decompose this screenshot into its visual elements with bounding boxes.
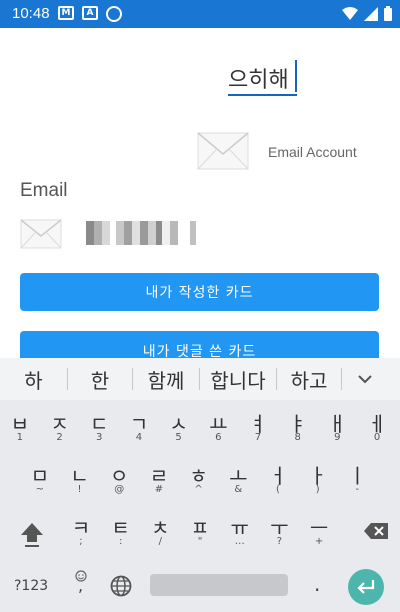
email-account-label: Email Account	[268, 144, 357, 160]
key-ㅋ[interactable]: ㅋ;	[61, 508, 101, 554]
key-ㅓ[interactable]: ㅓ(	[258, 456, 298, 502]
key-sub-label: :	[118, 536, 123, 547]
my-cards-button[interactable]: 내가 작성한 카드	[20, 273, 379, 311]
key-ㅍ[interactable]: ㅍ "	[180, 508, 220, 554]
key-sub-label: ?	[276, 536, 283, 547]
shift-key[interactable]	[0, 508, 61, 554]
app-content: 으히해 Email Account Email 내가 작성한 카드 내가 댓글 …	[0, 28, 400, 360]
key-ㅅ[interactable]: ㅅ5	[159, 404, 199, 450]
key-ㄷ[interactable]: ㄷ3	[79, 404, 119, 450]
key-ㅕ[interactable]: ㅕ7	[238, 404, 278, 450]
key-ㅛ[interactable]: ㅛ6	[198, 404, 238, 450]
key-ㅐ[interactable]: ㅐ9	[318, 404, 358, 450]
key-sub-label: &	[234, 484, 243, 495]
key-ㅑ[interactable]: ㅑ8	[278, 404, 318, 450]
keyboard-row-3: ㅋ; ㅌ: ㅊ / ㅍ " ㅠ… ㅜ? ㅡ +	[0, 508, 400, 554]
suggestion-item[interactable]: 합니다	[200, 365, 276, 394]
key-ㅗ[interactable]: ㅗ &	[218, 456, 258, 502]
key-sub-label: 7	[254, 432, 262, 443]
shift-icon	[21, 523, 43, 547]
key-ㄱ[interactable]: ㄱ4	[119, 404, 159, 450]
key-sub-label: ^	[194, 484, 203, 495]
key-sub-label: ~	[35, 484, 45, 495]
key-sub-label: 1	[16, 432, 24, 443]
key-sub-label: /	[158, 536, 162, 547]
key-sub-label: ;	[79, 536, 83, 547]
key-sub-label: 9	[334, 432, 341, 443]
key-sub-label: +	[314, 536, 324, 547]
key-ㅁ[interactable]: ㅁ ~	[20, 456, 60, 502]
key-sub-label: 4	[135, 432, 143, 443]
suggestion-item[interactable]: 한	[68, 365, 132, 394]
key-sub-label: #	[154, 484, 164, 495]
nickname-input[interactable]: 으히해	[228, 62, 289, 94]
key-ㅜ[interactable]: ㅜ?	[260, 508, 300, 554]
key-ㄴ[interactable]: ㄴ!	[60, 456, 100, 502]
backspace-key[interactable]	[339, 508, 400, 554]
status-time: 10:48	[12, 5, 50, 22]
backspace-icon	[363, 523, 388, 539]
enter-icon	[357, 580, 375, 594]
key-ㅡ[interactable]: ㅡ +	[299, 508, 339, 554]
suggestion-item[interactable]: 함께	[133, 365, 199, 394]
key-ㅂ[interactable]: ㅂ1	[0, 404, 40, 450]
keyboard-row-2: ㅁ ~ ㄴ! ㅇ @ ㄹ # ㅎ ^ ㅗ & ㅓ(ㅏ) ㅣ -	[0, 456, 400, 502]
my-commented-cards-button[interactable]: 내가 댓글 쓴 카드	[20, 331, 379, 360]
battery-icon	[384, 6, 392, 21]
email-heading: Email	[20, 180, 68, 201]
text-a-icon: A	[82, 6, 98, 20]
key-ㄹ[interactable]: ㄹ #	[139, 456, 179, 502]
suggestion-item[interactable]: 하	[0, 365, 67, 394]
key-ㅣ[interactable]: ㅣ-	[338, 456, 378, 502]
suggestion-bar: 하 한 함께 합니다 하고	[0, 358, 400, 400]
key-ㅈ[interactable]: ㅈ2	[40, 404, 80, 450]
key-sub-label: 8	[294, 432, 301, 443]
email-value-redacted	[86, 221, 196, 245]
signal-icon	[364, 6, 378, 21]
key-sub-label: …	[234, 536, 245, 547]
space-key[interactable]	[150, 574, 288, 596]
gmail-icon: M	[58, 6, 74, 20]
key-sub-label: 5	[175, 432, 182, 443]
data-saver-icon	[106, 6, 122, 22]
key-ㅠ[interactable]: ㅠ…	[220, 508, 260, 554]
period-key[interactable]: .	[314, 572, 320, 596]
key-ㅇ[interactable]: ㅇ @	[99, 456, 139, 502]
key-sub-label: !	[77, 484, 82, 495]
globe-icon[interactable]	[110, 575, 132, 597]
key-sub-label: )	[315, 484, 320, 495]
key-sub-label: "	[197, 536, 203, 547]
key-sub-label: @	[114, 484, 125, 495]
suggestion-item[interactable]: 하고	[277, 365, 341, 394]
key-ㅌ[interactable]: ㅌ:	[101, 508, 141, 554]
symbols-key[interactable]: ?123	[14, 578, 48, 594]
text-caret	[295, 60, 297, 92]
key-sub-label: 2	[56, 432, 63, 443]
comma-label: ,	[78, 576, 84, 595]
key-sub-label: -	[355, 484, 360, 495]
wifi-icon	[342, 6, 358, 20]
comma-key[interactable]: ,	[66, 566, 96, 606]
envelope-icon	[20, 219, 62, 249]
keyboard-row-1: ㅂ1ㅈ2ㄷ3ㄱ4ㅅ5ㅛ6ㅕ7ㅑ8ㅐ9ㅔ0	[0, 404, 400, 450]
chevron-down-icon[interactable]	[358, 374, 372, 384]
key-ㅊ[interactable]: ㅊ /	[140, 508, 180, 554]
key-ㅔ[interactable]: ㅔ0	[357, 404, 397, 450]
key-ㅏ[interactable]: ㅏ)	[298, 456, 338, 502]
enter-key[interactable]	[348, 569, 384, 605]
key-sub-label: 3	[96, 432, 103, 443]
keyboard: 하 한 함께 합니다 하고 ㅂ1ㅈ2ㄷ3ㄱ4ㅅ5ㅛ6ㅕ7ㅑ8ㅐ9ㅔ0 ㅁ ~ ㄴ! ㅇ…	[0, 358, 400, 612]
key-ㅎ[interactable]: ㅎ ^	[179, 456, 219, 502]
key-sub-label: 6	[215, 432, 222, 443]
input-underline	[228, 94, 297, 96]
envelope-icon	[197, 132, 249, 170]
key-sub-label: 0	[373, 432, 381, 443]
status-bar: 10:48 M A	[0, 0, 400, 28]
key-sub-label: (	[276, 484, 280, 495]
keyboard-bottom-row: ?123 , .	[0, 560, 400, 612]
